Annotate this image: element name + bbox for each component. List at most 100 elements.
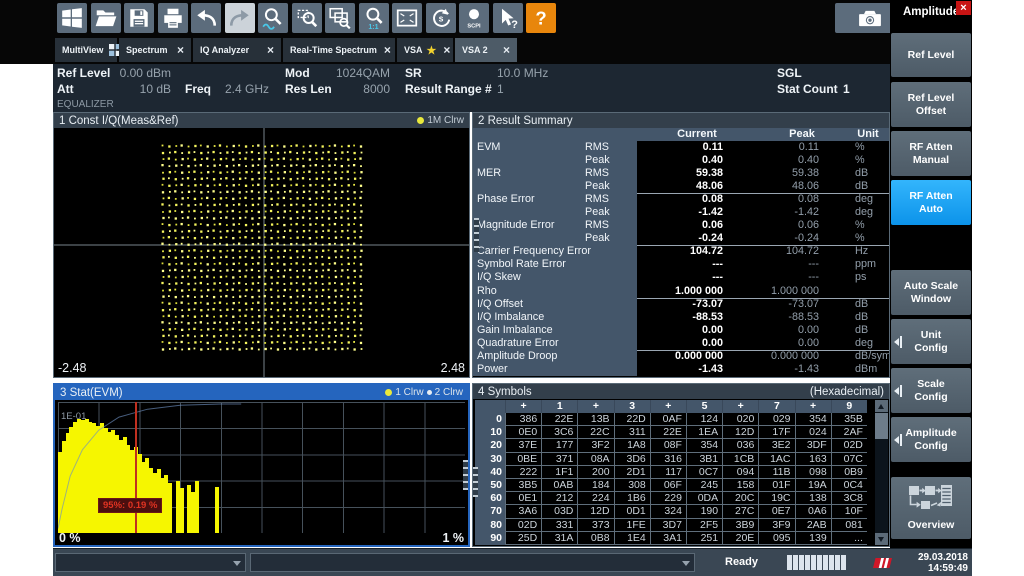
scpi-recorder-button[interactable]: SCPI (459, 3, 489, 33)
tab-spectrum[interactable]: Spectrum× (119, 38, 191, 62)
softkey-scale-config[interactable]: Scale Config (891, 368, 971, 413)
zoom-multi-window-button[interactable] (325, 3, 355, 33)
softkey-auto-scale-window[interactable]: Auto Scale Window (891, 270, 971, 315)
zoom-multi-window-icon (325, 6, 355, 30)
window-const-iq-title: 1 Const I/Q(Meas&Ref) (59, 115, 179, 127)
symbol-value: 158 (722, 479, 758, 492)
setting-value[interactable]: 10 dB (111, 82, 171, 96)
close-menu-button[interactable]: × (956, 1, 971, 15)
scroll-down-button[interactable] (875, 533, 888, 545)
symbol-value: 036 (722, 439, 758, 452)
progress-segment (787, 555, 792, 570)
tab-close-icon[interactable]: × (436, 45, 450, 55)
setting-label: Freq (185, 82, 211, 96)
undo-button[interactable] (191, 3, 221, 33)
window-const-iq: 1 Const I/Q(Meas&Ref) 1M Clrw -2.48 2.48 (53, 112, 470, 378)
result-row: Power-1.43-1.43dBm (473, 363, 889, 376)
result-peak-value: 0.000 000 (757, 350, 847, 363)
constellation-plot: -2.48 2.48 (54, 128, 469, 377)
softkey-amplitude-config[interactable]: Amplitude Config (891, 417, 971, 462)
softkey-ref-level-offset[interactable]: Ref Level Offset (891, 82, 971, 127)
result-name: Rho (477, 285, 497, 298)
zoom-1-1-button[interactable]: 1:1 (359, 3, 389, 33)
symbols-row-index: 70 (475, 505, 505, 518)
mini-scrollbar[interactable] (474, 218, 479, 252)
result-peak-value: 104.72 (757, 245, 847, 258)
percentile-marker-line[interactable] (135, 402, 137, 533)
softkey-menu-title: Amplitude (903, 6, 959, 18)
window-result-summary-titlebar[interactable]: 2 Result Summary (473, 113, 889, 128)
softkey-rf-atten-manual[interactable]: RF Atten Manual (891, 131, 971, 176)
result-unit: % (847, 232, 889, 245)
chevron-down-icon (682, 561, 690, 566)
tab-real-time-spectrum[interactable]: Real-Time Spectrum× (283, 38, 395, 62)
softkey-overview[interactable]: Overview (891, 477, 971, 539)
result-current-value: 0.00 (637, 337, 757, 350)
setting-value[interactable]: 10.0 MHz (497, 66, 548, 80)
tab-vsa-2[interactable]: VSA 2× (455, 38, 517, 62)
mini-scrollbar[interactable] (463, 460, 468, 490)
overview-flow-icon (908, 484, 954, 518)
softkey-rf-atten-auto[interactable]: RF Atten Auto (891, 180, 971, 225)
setting-label: SR (405, 66, 422, 80)
window-const-iq-titlebar[interactable]: 1 Const I/Q(Meas&Ref) 1M Clrw (54, 113, 469, 128)
result-current-value: 59.38 (637, 167, 757, 180)
status-dropdown-left[interactable] (55, 553, 246, 572)
scroll-up-button[interactable] (875, 400, 888, 412)
column-header: Unit (847, 128, 889, 141)
setting-value[interactable]: 1 (843, 82, 850, 96)
favorite-star-icon: ★ (423, 44, 437, 57)
window-symbols-titlebar[interactable]: 4 Symbols (Hexadecimal) (473, 384, 889, 399)
result-unit: dB (847, 324, 889, 337)
setting-value[interactable]: 0.00 dBm (111, 66, 171, 80)
tab-close-icon[interactable]: × (170, 45, 184, 55)
softkey-ref-level[interactable]: Ref Level (891, 33, 971, 77)
softkey-label: Ref Level Offset (908, 92, 955, 118)
tab-close-icon[interactable]: × (260, 45, 274, 55)
tab-multiview[interactable]: MultiView (55, 38, 117, 62)
status-dropdown-message[interactable] (250, 553, 695, 572)
softkey-unit-config[interactable]: Unit Config (891, 319, 971, 364)
zoom-trace-button[interactable] (258, 3, 288, 33)
help-button[interactable]: ? (526, 3, 556, 33)
result-peak-value: -73.07 (757, 298, 847, 311)
setting-value[interactable]: 1024QAM (330, 66, 390, 80)
symbols-scrollbar[interactable] (875, 400, 888, 545)
tab-close-icon[interactable]: × (377, 45, 391, 55)
tab-iq-analyzer[interactable]: IQ Analyzer× (193, 38, 281, 62)
redo-button[interactable] (225, 3, 255, 33)
open-file-button[interactable] (91, 3, 121, 33)
restart-sweep-button[interactable]: s (426, 3, 456, 33)
save-button[interactable] (124, 3, 154, 33)
scrollbar-thumb[interactable] (875, 413, 888, 439)
print-button[interactable] (158, 3, 188, 33)
setting-value[interactable]: 8000 (330, 82, 390, 96)
symbol-value: 222 (505, 466, 541, 479)
zoom-area-button[interactable] (292, 3, 322, 33)
symbol-value: 2F5 (686, 519, 722, 532)
result-peak-value: --- (757, 271, 847, 284)
tab-label: MultiView (62, 45, 103, 55)
softkey-label: Ref Level (908, 49, 955, 62)
setting-value[interactable]: 2.4 GHz (225, 82, 269, 96)
tab-label: Real-Time Spectrum (290, 45, 377, 55)
progress-segment (823, 555, 828, 570)
window-stat-evm-titlebar[interactable]: 3 Stat(EVM) 1 Clrw 2 Clrw (55, 385, 468, 400)
symbol-value: 139 (795, 532, 831, 545)
tab-vsa[interactable]: VSA★× (397, 38, 453, 62)
symbol-value: 371 (541, 453, 577, 466)
mini-scrollbar[interactable] (473, 467, 478, 497)
tab-close-icon[interactable]: × (496, 45, 510, 55)
result-name: EVM (477, 141, 500, 154)
result-name: I/Q Offset (477, 298, 523, 311)
result-row: Peak-0.24-0.24% (473, 232, 889, 245)
fit-screen-button[interactable] (392, 3, 422, 33)
symbol-value: 0DA (686, 492, 722, 505)
symbol-value: 163 (795, 453, 831, 466)
symbol-value: 1EA (686, 426, 722, 439)
setting-value[interactable]: 1 (497, 82, 504, 96)
window-stat-evm-title: 3 Stat(EVM) (60, 387, 123, 399)
context-help-button[interactable]: ? (493, 3, 523, 33)
windows-logo-button[interactable] (57, 3, 87, 33)
result-unit: dB (847, 298, 889, 311)
